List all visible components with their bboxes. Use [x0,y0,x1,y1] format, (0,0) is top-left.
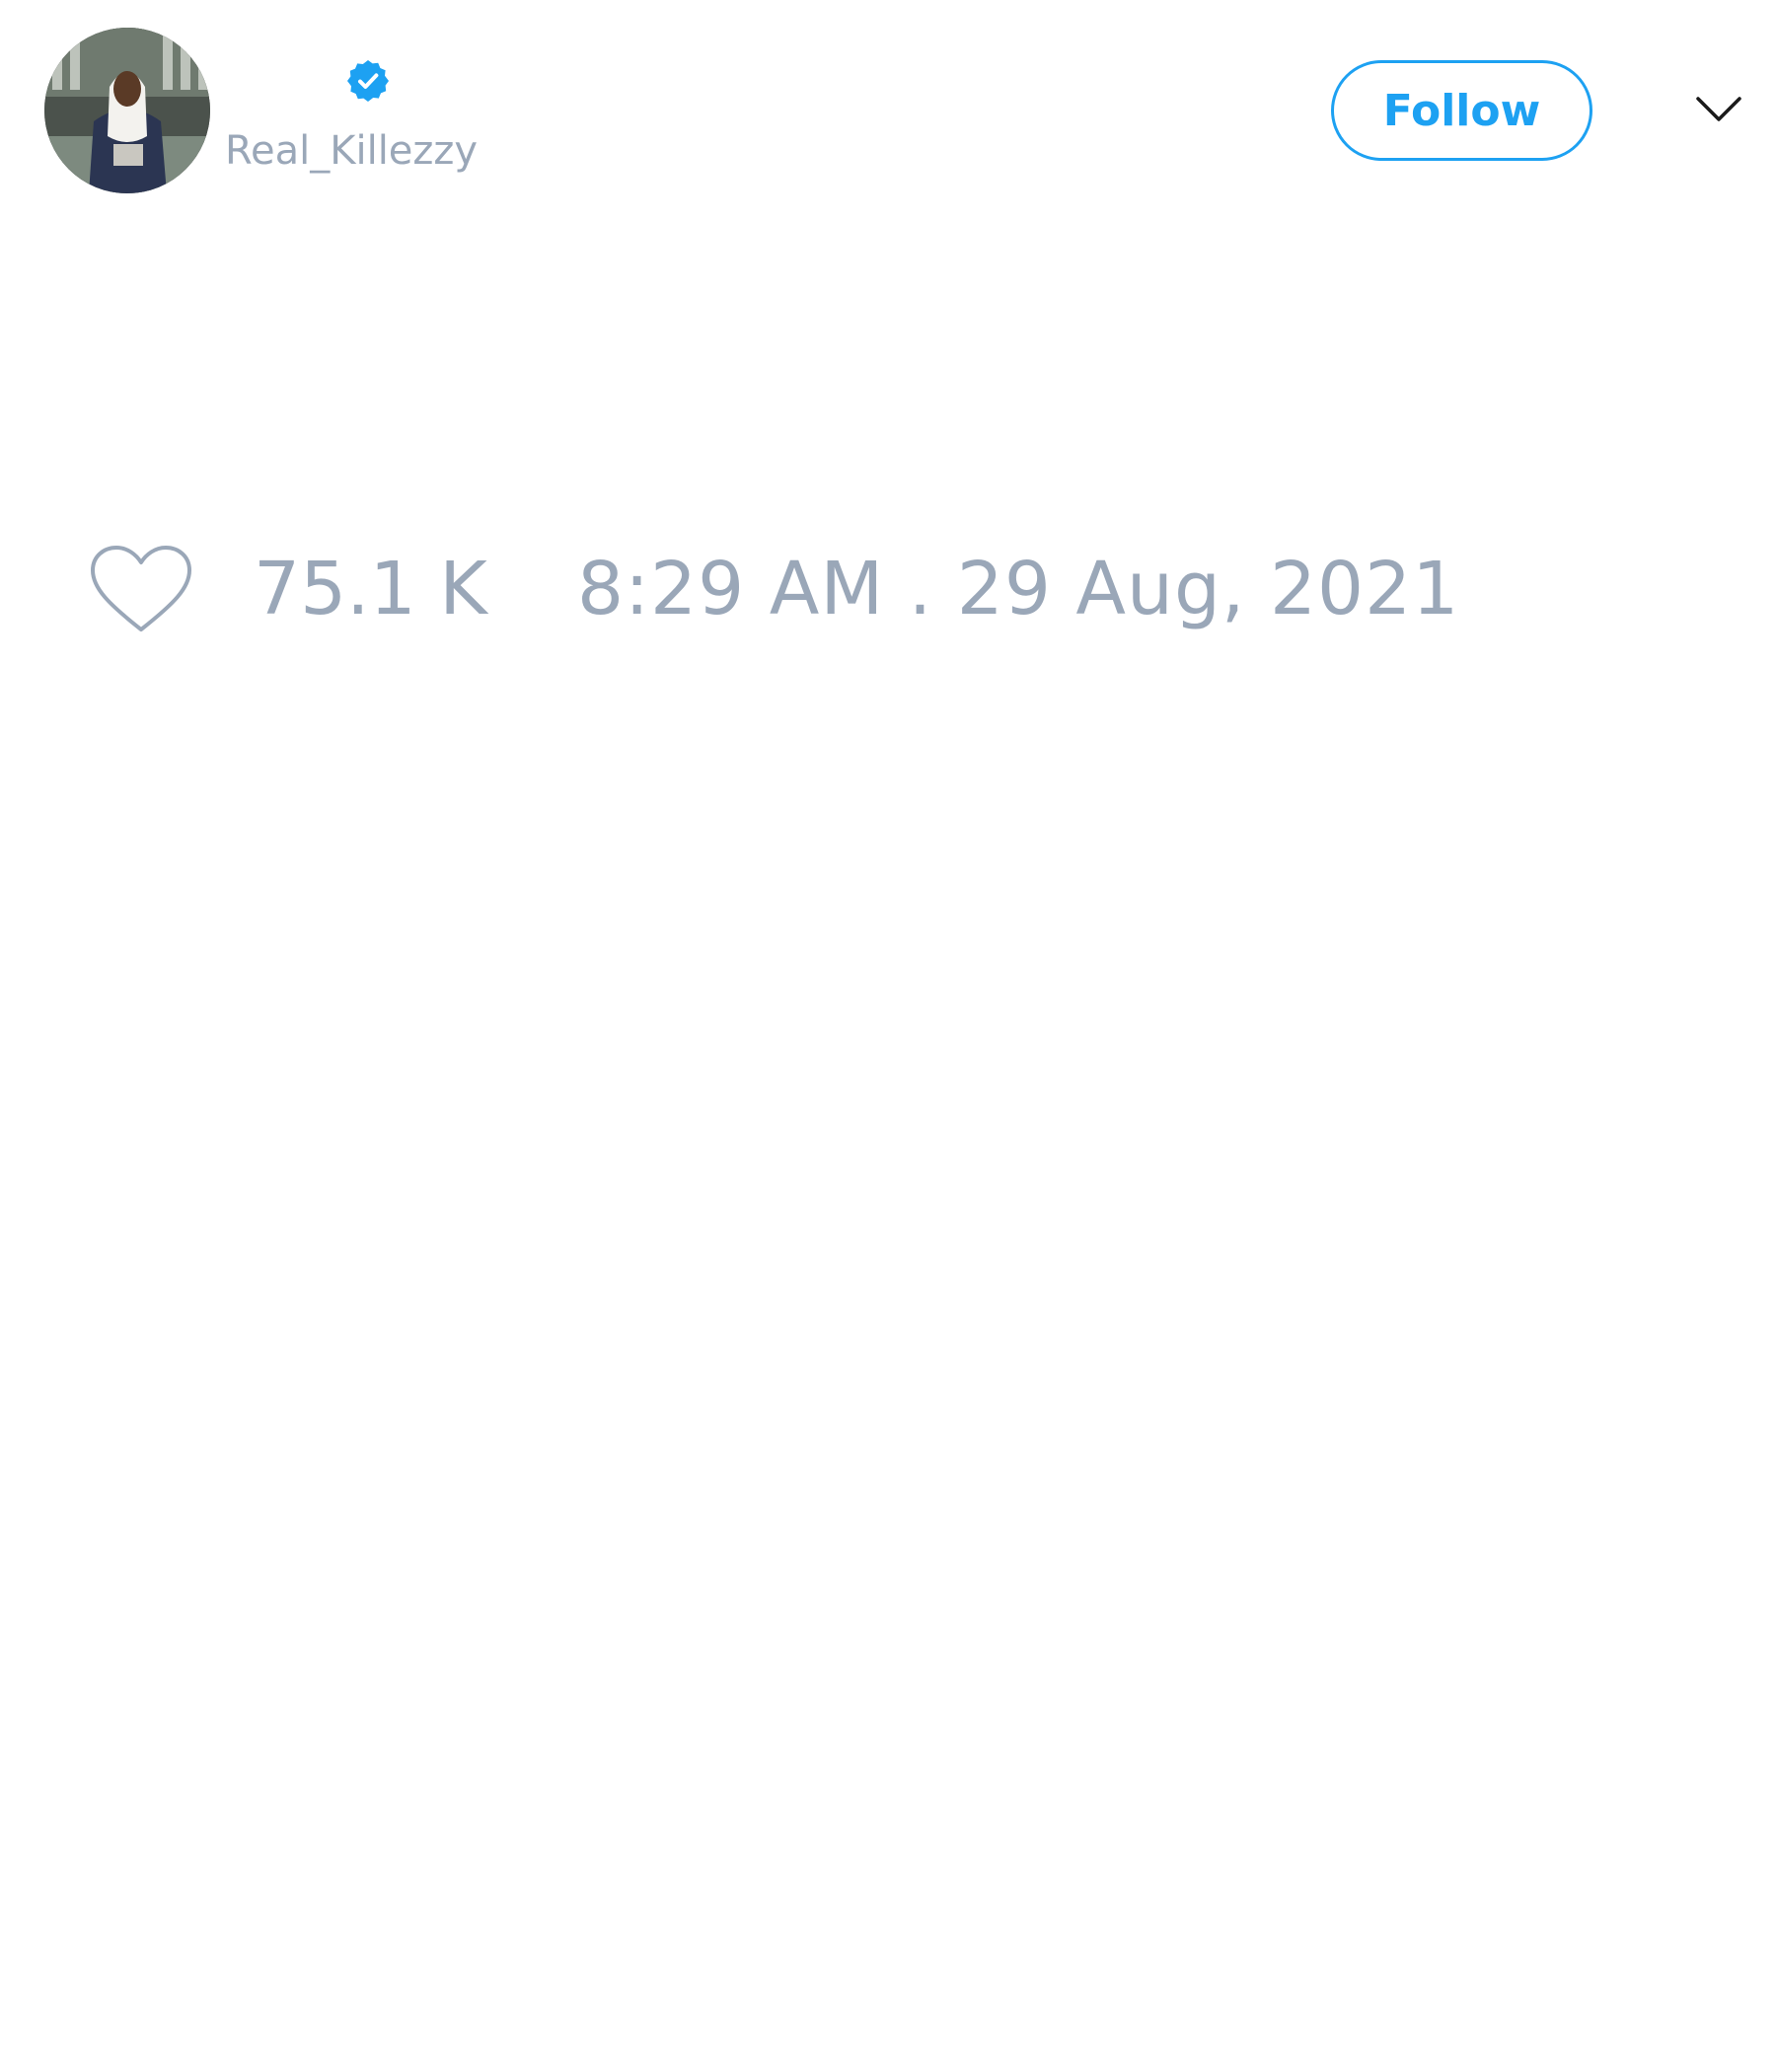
verified-badge-icon [347,60,389,102]
tweet-timestamp[interactable]: 8:29 AM . 29 Aug, 2021 [577,545,1459,633]
chevron-down-icon[interactable] [1695,91,1742,128]
avatar-photo-icon [44,28,210,193]
like-count: 75.1 K [254,547,487,631]
follow-button[interactable]: Follow [1331,60,1592,161]
tweet-card: Real_Killezzy Follow 75.1 K 8:29 AM . 29… [0,0,1776,2072]
user-handle[interactable]: Real_Killezzy [225,124,478,178]
heart-outline-icon[interactable] [89,543,193,635]
avatar[interactable] [44,28,210,193]
